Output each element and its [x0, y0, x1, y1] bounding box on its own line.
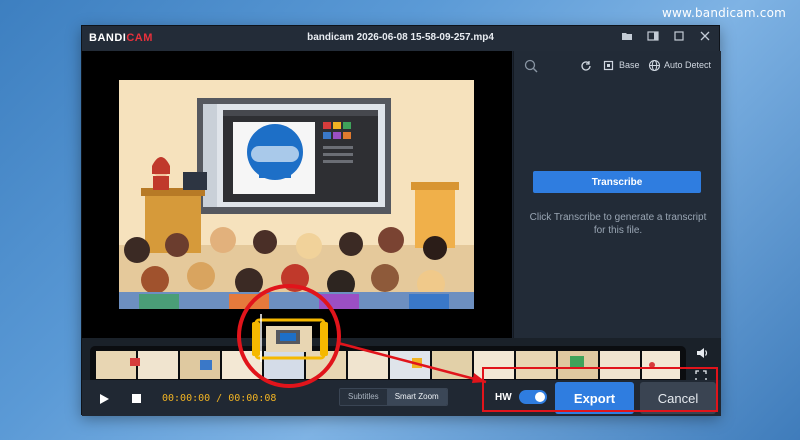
transcribe-button[interactable]: Transcribe	[533, 171, 701, 193]
search-icon[interactable]	[524, 59, 538, 73]
transcribe-hint: Click Transcribe to generate a transcrip…	[529, 212, 707, 236]
bandicam-watermark: www.bandicam.com	[662, 6, 786, 20]
timecode: 00:00:00 / 00:00:08	[162, 393, 277, 404]
split-view-icon[interactable]	[645, 30, 661, 46]
player-window: BANDICAM bandicam 2026-06-08 15-58-09-25…	[81, 25, 721, 416]
close-icon[interactable]	[697, 30, 713, 46]
folder-icon[interactable]	[619, 30, 635, 46]
volume-icon[interactable]	[695, 346, 709, 360]
mode-switch: Subtitles Smart Zoom	[339, 388, 448, 406]
model-selector[interactable]: Base	[619, 60, 640, 70]
video-frame-illustration	[119, 80, 474, 309]
refresh-icon[interactable]	[580, 60, 592, 72]
title-bar: BANDICAM bandicam 2026-06-08 15-58-09-25…	[82, 26, 719, 51]
model-chip-icon[interactable]	[602, 59, 615, 72]
transcript-panel: Base Auto Detect Transcribe Click Transc…	[513, 51, 721, 338]
play-icon[interactable]	[99, 394, 109, 404]
stop-icon[interactable]	[132, 394, 141, 403]
globe-icon[interactable]	[648, 59, 661, 72]
subtitles-mode-button[interactable]: Subtitles	[340, 389, 387, 405]
timeline-highlight-circle	[237, 284, 341, 388]
window-controls	[619, 30, 713, 46]
language-selector[interactable]: Auto Detect	[664, 60, 711, 70]
smart-zoom-mode-button[interactable]: Smart Zoom	[386, 389, 447, 405]
maximize-icon[interactable]	[671, 30, 687, 46]
export-highlight-box	[482, 367, 718, 412]
transcript-toolbar: Base Auto Detect	[514, 51, 721, 81]
